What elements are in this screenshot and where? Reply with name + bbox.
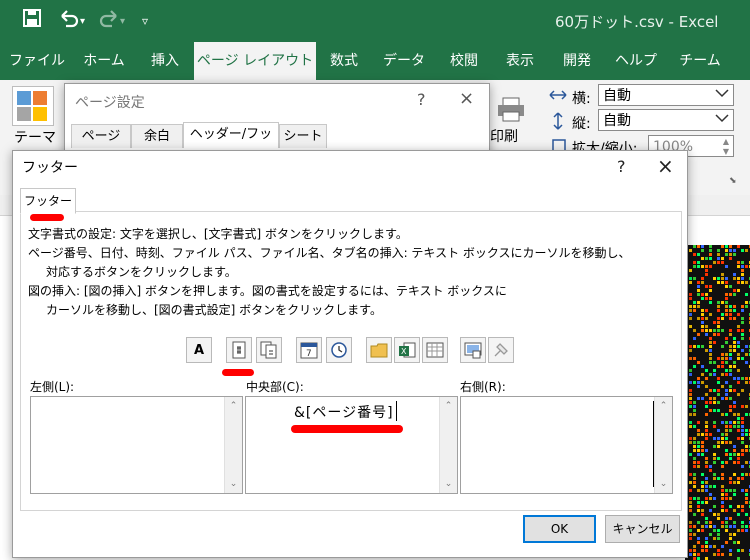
printer-icon[interactable] bbox=[496, 96, 526, 125]
tab-margins[interactable]: 余白 bbox=[131, 124, 183, 148]
height-value: 自動 bbox=[603, 113, 631, 129]
insert-page-count-icon bbox=[260, 341, 277, 359]
tab-page-layout[interactable]: ページ レイアウト bbox=[194, 42, 316, 80]
insert-time-button[interactable] bbox=[326, 337, 352, 363]
svg-text:7: 7 bbox=[306, 349, 312, 359]
red-annotation-mark bbox=[30, 214, 64, 221]
chevron-down-icon bbox=[715, 85, 729, 107]
theme-icon[interactable] bbox=[12, 86, 54, 126]
customize-qat-icon[interactable]: ▿ bbox=[142, 10, 148, 32]
insert-page-count-button[interactable] bbox=[256, 337, 282, 363]
theme-label[interactable]: テーマ bbox=[14, 127, 56, 147]
tab-help[interactable]: ヘルプ bbox=[606, 42, 666, 80]
instruction-line: 文字書式の設定: 文字を選択し、[文字書式] ボタンをクリックします。 bbox=[28, 227, 408, 241]
insert-file-path-icon bbox=[370, 343, 388, 358]
save-icon[interactable] bbox=[22, 8, 42, 34]
red-annotation-mark bbox=[222, 369, 254, 376]
undo-icon[interactable] bbox=[58, 8, 80, 34]
spin-arrows-icon[interactable]: ▲ ▼ bbox=[723, 137, 729, 157]
tab-view[interactable]: 表示 bbox=[492, 42, 548, 80]
ok-button[interactable]: OK bbox=[523, 515, 596, 543]
format-picture-icon bbox=[494, 343, 508, 357]
width-select[interactable]: 自動 bbox=[598, 84, 734, 106]
print-label[interactable]: 印刷 bbox=[490, 126, 518, 146]
tab-page[interactable]: ページ bbox=[71, 124, 131, 148]
tab-developer[interactable]: 開発 bbox=[548, 42, 606, 80]
insert-file-name-icon: X bbox=[399, 342, 416, 358]
left-section-label: 左側(L): bbox=[30, 380, 75, 394]
right-section-input[interactable]: ⌃ ⌄ bbox=[460, 396, 673, 494]
format-text-button[interactable]: A bbox=[186, 337, 212, 363]
height-select[interactable]: 自動 bbox=[598, 109, 734, 131]
height-icon bbox=[551, 112, 565, 133]
footer-dialog-title: フッター bbox=[22, 160, 78, 176]
close-icon[interactable]: × bbox=[459, 88, 474, 109]
title-bar: ▾ ▾ ▿ 60万ドット.csv - Excel bbox=[0, 0, 750, 42]
tab-sheet[interactable]: シート bbox=[279, 124, 327, 148]
instruction-line: 図の挿入: [図の挿入] ボタンを押します。図の書式を設定するには、テキスト ボ… bbox=[28, 284, 507, 298]
instruction-line: ページ番号、日付、時刻、ファイル パス、ファイル名、タブ名の挿入: テキスト ボ… bbox=[28, 246, 631, 260]
svg-text:X: X bbox=[401, 347, 407, 356]
help-icon[interactable]: ? bbox=[417, 90, 426, 109]
instruction-line: 対応するボタンをクリックします。 bbox=[46, 265, 237, 279]
red-annotation-mark bbox=[291, 425, 403, 433]
tab-formulas[interactable]: 数式 bbox=[316, 42, 372, 80]
insert-page-number-button[interactable] bbox=[226, 337, 252, 363]
scroll-down-icon[interactable]: ⌄ bbox=[655, 479, 672, 489]
tab-insert[interactable]: 挿入 bbox=[136, 42, 194, 80]
left-section-input[interactable]: ⌃ ⌄ bbox=[30, 396, 243, 494]
insert-picture-button[interactable] bbox=[460, 337, 486, 363]
width-label: 横: bbox=[572, 91, 591, 107]
insert-page-number-icon bbox=[232, 341, 246, 359]
ribbon-tabs: ファイル ホーム 挿入 ページ レイアウト 数式 データ 校閲 表示 開発 ヘル… bbox=[0, 42, 750, 80]
insert-file-path-button[interactable] bbox=[366, 337, 392, 363]
insert-file-name-button[interactable]: X bbox=[394, 337, 420, 363]
scroll-down-icon[interactable]: ⌄ bbox=[440, 479, 457, 489]
tab-header-footer[interactable]: ヘッダー/フッター bbox=[183, 122, 279, 166]
format-text-icon: A bbox=[193, 342, 205, 358]
undo-dropdown-icon[interactable]: ▾ bbox=[80, 11, 85, 33]
instruction-line: カーソルを移動し、[図の書式設定] ボタンをクリックします。 bbox=[46, 303, 382, 317]
scrollbar[interactable]: ⌃ ⌄ bbox=[224, 397, 242, 493]
center-section-label: 中央部(C): bbox=[246, 380, 304, 394]
cancel-button[interactable]: キャンセル bbox=[605, 515, 680, 543]
tab-data[interactable]: データ bbox=[372, 42, 436, 80]
help-icon[interactable]: ? bbox=[617, 157, 626, 176]
center-section-input[interactable]: &[ページ番号] ⌃ ⌄ bbox=[245, 396, 458, 494]
tab-home[interactable]: ホーム bbox=[72, 42, 136, 80]
scroll-down-icon[interactable]: ⌄ bbox=[225, 479, 242, 489]
window-title: 60万ドット.csv - Excel bbox=[555, 13, 719, 31]
page-setup-tabs: ページ 余白 ヘッダー/フッター シート bbox=[71, 122, 481, 166]
tab-footer[interactable]: フッター bbox=[20, 188, 76, 214]
insert-date-icon: 7 bbox=[300, 342, 318, 359]
dot-pattern-image bbox=[685, 245, 750, 560]
tab-file[interactable]: ファイル bbox=[2, 42, 72, 80]
insert-sheet-name-button[interactable] bbox=[422, 337, 448, 363]
right-section-label: 右側(R): bbox=[460, 380, 506, 394]
scroll-up-icon[interactable]: ⌃ bbox=[225, 401, 242, 411]
scrollbar[interactable]: ⌃ ⌄ bbox=[439, 397, 457, 493]
scroll-up-icon[interactable]: ⌃ bbox=[440, 401, 457, 411]
tab-review[interactable]: 校閲 bbox=[436, 42, 492, 80]
scrollbar[interactable]: ⌃ ⌄ bbox=[654, 397, 672, 493]
close-icon[interactable]: × bbox=[657, 154, 674, 178]
insert-picture-icon bbox=[464, 342, 482, 359]
redo-icon[interactable] bbox=[98, 8, 120, 34]
dialog-launcher-icon[interactable]: ⬊ bbox=[729, 176, 737, 186]
width-value: 自動 bbox=[603, 88, 631, 104]
height-label: 縦: bbox=[572, 116, 591, 132]
format-picture-button[interactable] bbox=[488, 337, 514, 363]
insert-time-icon bbox=[331, 342, 347, 358]
center-section-text: &[ページ番号] bbox=[294, 405, 394, 421]
text-cursor bbox=[396, 401, 397, 421]
insert-date-button[interactable]: 7 bbox=[296, 337, 322, 363]
scroll-up-icon[interactable]: ⌃ bbox=[655, 401, 672, 411]
tab-team[interactable]: チーム bbox=[666, 42, 734, 80]
redo-dropdown-icon[interactable]: ▾ bbox=[120, 11, 125, 33]
width-icon bbox=[549, 88, 567, 105]
chevron-down-icon bbox=[715, 110, 729, 132]
insert-sheet-name-icon bbox=[426, 342, 444, 358]
page-setup-title: ページ設定 bbox=[75, 95, 145, 111]
